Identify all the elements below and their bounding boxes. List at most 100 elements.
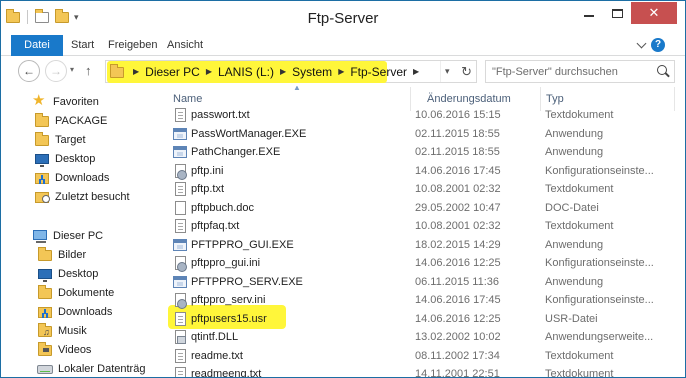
file-date: 14.06.2016 17:45 bbox=[415, 164, 501, 177]
file-row[interactable]: passwort.txt 10.06.2016 15:15 Textdokument bbox=[154, 106, 685, 125]
file-type: Anwendung bbox=[545, 238, 604, 251]
file-row[interactable]: readmeeng.txt 14.11.2001 22:51 Textdokumen… bbox=[154, 365, 685, 378]
file-type: USR-Datei bbox=[545, 312, 598, 325]
text-file-icon bbox=[172, 348, 188, 364]
nav-item-label: Downloads bbox=[58, 305, 113, 318]
desktop-icon bbox=[37, 266, 53, 282]
maximize-button[interactable] bbox=[603, 2, 631, 24]
column-name[interactable]: Name bbox=[173, 93, 202, 105]
file-row[interactable]: pftp.txt 10.08.2001 02:32 Textdokument bbox=[154, 180, 685, 199]
file-row[interactable]: pftpbuch.doc 29.05.2002 10:47 DOC-Datei bbox=[154, 199, 685, 218]
file-row[interactable]: pftpfaq.txt 10.08.2001 02:32 Textdokument bbox=[154, 217, 685, 236]
address-bar[interactable]: ▶ Dieser PC ▶ LANIS (L:) ▶ System ▶ Ftp-… bbox=[105, 60, 477, 83]
file-type: Textdokument bbox=[545, 183, 614, 195]
nav-item-dokumente[interactable]: Dokumente bbox=[1, 283, 154, 302]
file-date: 10.08.2001 02:32 bbox=[415, 183, 501, 195]
file-name: pftppro_serv.ini bbox=[191, 294, 266, 306]
breadcrumb-system[interactable]: System bbox=[292, 65, 332, 79]
file-row[interactable]: pftppro_gui.ini 14.06.2016 12:25 Konfigura… bbox=[154, 254, 685, 273]
navigation-pane: ★ Favoriten PACKAGE Target Desktop Downl… bbox=[1, 86, 154, 377]
file-name: qtintf.DLL bbox=[191, 331, 239, 343]
file-row[interactable]: readme.txt 08.11.2002 17:34 Textdokument bbox=[154, 347, 685, 366]
breadcrumb-separator-icon[interactable]: ▶ bbox=[413, 67, 419, 76]
file-type: Anwendung bbox=[545, 127, 604, 140]
application-icon bbox=[172, 126, 188, 142]
nav-item-downloads[interactable]: Downloads bbox=[1, 168, 154, 187]
file-type: Anwendung bbox=[545, 275, 604, 288]
nav-this-pc[interactable]: Dieser PC bbox=[1, 226, 154, 245]
file-type: Anwendungserweite... bbox=[545, 331, 654, 343]
file-row[interactable]: PFTPPRO_GUI.EXE 18.02.2015 14:29 Anwendung bbox=[154, 236, 685, 255]
breadcrumb-separator-icon[interactable]: ▶ bbox=[280, 67, 286, 76]
back-button[interactable]: ← bbox=[18, 60, 40, 82]
drive-icon bbox=[37, 361, 53, 377]
tab-ansicht[interactable]: Ansicht bbox=[167, 35, 203, 56]
help-icon[interactable]: ? bbox=[651, 38, 665, 52]
up-arrow-icon[interactable]: ↑ bbox=[85, 63, 92, 78]
nav-item-label: Videos bbox=[58, 343, 92, 356]
nav-item-target[interactable]: Target bbox=[1, 130, 154, 149]
nav-item-label: Desktop bbox=[58, 267, 99, 280]
file-row[interactable]: qtintf.DLL 13.02.2002 10:02 Anwendungserwe… bbox=[154, 328, 685, 347]
search-box[interactable] bbox=[485, 60, 675, 83]
breadcrumb-separator-icon[interactable]: ▶ bbox=[338, 67, 344, 76]
file-type: Konfigurationseinste... bbox=[545, 164, 654, 177]
computer-icon bbox=[32, 228, 48, 244]
sort-ascending-icon: ▲ bbox=[293, 86, 301, 92]
breadcrumb-lanis[interactable]: LANIS (L:) bbox=[218, 65, 274, 79]
file-name: pftpfaq.txt bbox=[191, 220, 240, 232]
nav-item-label: Dokumente bbox=[58, 286, 115, 299]
minimize-button[interactable] bbox=[575, 2, 603, 24]
document-icon bbox=[172, 200, 188, 216]
tab-freigeben[interactable]: Freigeben bbox=[108, 35, 158, 56]
file-type: Textdokument bbox=[545, 368, 614, 378]
nav-item-musik[interactable]: Musik bbox=[1, 321, 154, 340]
star-icon: ★ bbox=[32, 91, 46, 109]
nav-item-downloads-pc[interactable]: Downloads bbox=[1, 302, 154, 321]
tab-datei[interactable]: Datei bbox=[11, 35, 63, 56]
search-icon[interactable] bbox=[657, 65, 667, 75]
forward-button[interactable]: → bbox=[45, 60, 67, 82]
tab-start[interactable]: Start bbox=[71, 35, 94, 56]
nav-item-local-drive[interactable]: Lokaler Datenträg bbox=[1, 359, 154, 377]
maximize-icon bbox=[611, 8, 623, 18]
breadcrumb-ftp-server[interactable]: Ftp-Server bbox=[350, 65, 407, 79]
folder-icon bbox=[34, 112, 50, 129]
refresh-icon[interactable]: ↻ bbox=[461, 64, 472, 80]
nav-item-desktop[interactable]: Desktop bbox=[1, 149, 154, 168]
nav-item-desktop-pc[interactable]: Desktop bbox=[1, 264, 154, 283]
column-date[interactable]: Änderungsdatum bbox=[427, 93, 511, 105]
file-date: 06.11.2015 11:36 bbox=[415, 275, 500, 288]
file-row[interactable]: PathChanger.EXE 02.11.2015 18:55 Anwendung bbox=[154, 143, 685, 162]
column-type[interactable]: Typ bbox=[546, 93, 564, 105]
nav-item-bilder[interactable]: Bilder bbox=[1, 245, 154, 264]
nav-favorites[interactable]: ★ Favoriten bbox=[1, 92, 154, 111]
text-file-icon bbox=[172, 218, 188, 234]
expand-ribbon-chevron-icon[interactable] bbox=[636, 38, 647, 49]
breadcrumb-dieser-pc[interactable]: Dieser PC bbox=[145, 65, 200, 79]
navigation-bar: ← → ▾ ↑ ▶ Dieser PC ▶ LANIS (L:) ▶ Syste… bbox=[1, 56, 685, 86]
location-folder-icon bbox=[109, 63, 125, 80]
file-row[interactable]: PFTPPRO_SERV.EXE 06.11.2015 11:36 Anwendun… bbox=[154, 273, 685, 292]
file-row[interactable]: pftpusers15.usr 14.06.2016 12:25 USR-Datei bbox=[154, 310, 685, 329]
nav-item-package[interactable]: PACKAGE bbox=[1, 111, 154, 130]
file-row[interactable]: PassWortManager.EXE 02.11.2015 18:55 Anwen… bbox=[154, 125, 685, 144]
recent-locations-dropdown-icon[interactable]: ▾ bbox=[70, 65, 74, 74]
application-icon bbox=[172, 274, 188, 290]
nav-item-videos[interactable]: Videos bbox=[1, 340, 154, 359]
explorer-window: ▾ Ftp-Server ✕ Datei Start Freigeben Ans… bbox=[0, 0, 686, 378]
close-button[interactable]: ✕ bbox=[631, 2, 677, 24]
breadcrumb-separator-icon[interactable]: ▶ bbox=[133, 67, 139, 76]
file-date: 14.06.2016 12:25 bbox=[415, 312, 501, 325]
file-type: Konfigurationseinste... bbox=[545, 257, 654, 269]
file-name: readmeeng.txt bbox=[191, 368, 262, 378]
file-row[interactable]: pftp.ini 14.06.2016 17:45 Konfigurationsei… bbox=[154, 162, 685, 181]
nav-item-recent[interactable]: Zuletzt besucht bbox=[1, 187, 154, 206]
file-row[interactable]: pftppro_serv.ini 14.06.2016 17:45 Konfigur… bbox=[154, 291, 685, 310]
file-type: Textdokument bbox=[545, 109, 614, 121]
search-input[interactable] bbox=[492, 63, 642, 80]
breadcrumb-separator-icon[interactable]: ▶ bbox=[206, 67, 212, 76]
address-history-dropdown-icon[interactable]: ▾ bbox=[445, 66, 450, 77]
recent-places-icon bbox=[34, 189, 50, 205]
minimize-icon bbox=[584, 15, 594, 17]
